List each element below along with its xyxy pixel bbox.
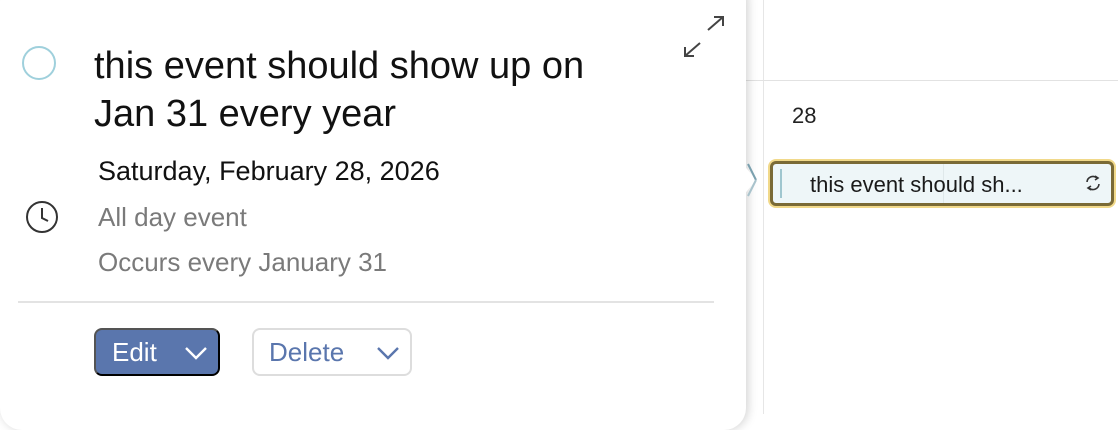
delete-button-label: Delete	[269, 336, 345, 367]
chevron-down-icon[interactable]	[184, 345, 208, 361]
repeat-icon	[1086, 175, 1100, 191]
chevron-down-icon[interactable]	[376, 345, 400, 361]
divider	[18, 301, 714, 303]
event-color-bar	[780, 169, 782, 198]
event-chip[interactable]: this event should sh...	[770, 161, 1114, 206]
column-divider	[763, 0, 764, 414]
event-chip-title: this event should sh...	[810, 172, 1023, 197]
clock-icon	[26, 201, 58, 233]
popover-pointer	[738, 158, 757, 202]
row-divider	[746, 80, 1118, 81]
event-date: Saturday, February 28, 2026	[98, 156, 440, 186]
time-label: All day event	[98, 202, 247, 232]
expand-icon[interactable]	[682, 16, 726, 58]
circle-checkbox-icon[interactable]	[22, 46, 56, 80]
edit-button[interactable]: Edit	[94, 328, 220, 376]
event-title: this event should show up on Jan 31 ever…	[94, 45, 585, 135]
recurrence-label: Occurs every January 31	[98, 247, 388, 277]
day-number[interactable]: 28	[792, 103, 816, 129]
delete-button[interactable]: Delete	[252, 328, 412, 376]
edit-button-label: Edit	[112, 336, 157, 367]
